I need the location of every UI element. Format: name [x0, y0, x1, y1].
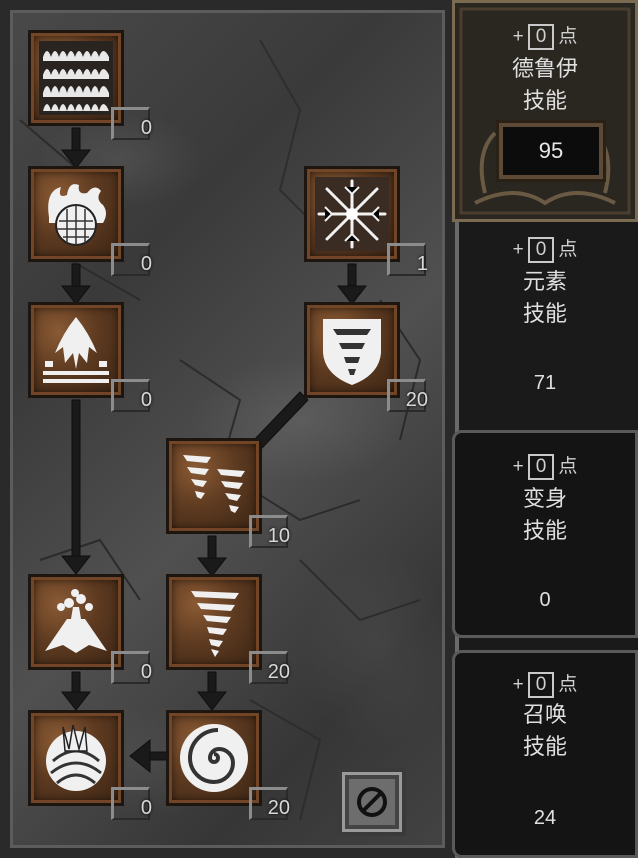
- druid-label-line1: 德鲁伊: [511, 57, 578, 82]
- elemental-invested-points: 71: [533, 372, 557, 394]
- tornado-icon: [191, 591, 239, 657]
- skill-level: 10: [267, 525, 290, 547]
- flaming-boulder-icon: [48, 184, 106, 246]
- plus-sign: +: [512, 26, 524, 47]
- cancel-icon: [357, 787, 387, 817]
- elemental-points-value: 0: [527, 237, 555, 263]
- armageddon-icon: [46, 724, 106, 791]
- skill-level: 20: [267, 661, 290, 683]
- skill-frame: [304, 302, 400, 398]
- skill-hurricane[interactable]: 20: [166, 710, 290, 820]
- skill-frame: [304, 166, 400, 262]
- skill-armageddon[interactable]: 0: [28, 710, 152, 820]
- skill-tornado[interactable]: 20: [166, 574, 290, 684]
- summon-points-row: +0 点: [455, 669, 635, 698]
- skill-fissure[interactable]: 0: [28, 302, 152, 412]
- plus-sign: +: [512, 239, 524, 260]
- shapeshift-points-value: 0: [527, 454, 555, 480]
- spiral-icon: [180, 724, 248, 792]
- tab-elemental[interactable]: +0 点 元素 技能 71: [452, 222, 638, 424]
- fire-rows-icon: [39, 41, 113, 115]
- skill-frame: [166, 710, 262, 806]
- skill-level: 0: [140, 253, 152, 275]
- close-button[interactable]: [338, 768, 406, 836]
- shapeshift-invested-points: 0: [539, 589, 551, 611]
- tab-shapeshift[interactable]: +0 点 变身 技能 0: [452, 430, 638, 638]
- plus-sign: +: [512, 456, 524, 477]
- points-unit: 点: [558, 456, 578, 477]
- skill-level: 0: [140, 661, 152, 683]
- total-skill-points-box: 95: [499, 123, 603, 179]
- skill-level: 20: [405, 389, 428, 411]
- summon-points-value: 0: [527, 672, 555, 698]
- skill-frame: [28, 574, 124, 670]
- volcano-icon: [45, 589, 107, 653]
- skill-frame: [28, 166, 124, 262]
- summon-label-line1: 召唤: [522, 703, 567, 728]
- twin-twister-icon: [183, 455, 245, 513]
- skill-level: 0: [140, 797, 152, 819]
- skill-frame: [28, 710, 124, 806]
- skill-firestorm[interactable]: 0: [28, 30, 152, 140]
- skill-tree-window: 0 0 1 0 20 10 0 20 0 20 + 0 点 德鲁伊 技能 95 …: [0, 0, 638, 858]
- tab-summon[interactable]: +0 点 召唤 技能 24: [452, 650, 638, 858]
- druid-points-value: 0: [527, 24, 555, 50]
- shapeshift-points-row: +0 点: [455, 451, 635, 480]
- skill-arctic-blast[interactable]: 1: [304, 166, 428, 276]
- skill-frame: [166, 438, 262, 534]
- points-unit: 点: [558, 26, 578, 47]
- skill-cyclone-armor[interactable]: 20: [304, 302, 428, 412]
- points-unit: 点: [558, 239, 578, 260]
- shapeshift-label-line1: 变身: [522, 487, 567, 512]
- skill-level: 0: [140, 389, 152, 411]
- skill-level: 0: [140, 117, 152, 139]
- elemental-points-row: +0 点: [452, 234, 638, 263]
- total-skill-points: 95: [538, 138, 564, 163]
- skill-frame: [28, 302, 124, 398]
- druid-skills-panel: +0 点 德鲁伊 技能 95: [452, 0, 638, 222]
- druid-points-row: +0 点: [455, 21, 635, 50]
- summon-invested-points: 24: [533, 807, 557, 829]
- skill-volcano[interactable]: 0: [28, 574, 152, 684]
- elemental-label-line2: 技能: [522, 302, 567, 327]
- points-unit: 点: [558, 674, 578, 695]
- shapeshift-label-line2: 技能: [522, 519, 567, 544]
- summon-label-line2: 技能: [522, 735, 567, 760]
- skill-level: 20: [267, 797, 290, 819]
- tornado-shield-icon: [323, 319, 381, 385]
- druid-label-line2: 技能: [522, 89, 567, 114]
- plus-sign: +: [512, 674, 524, 695]
- skill-twister[interactable]: 10: [166, 438, 290, 548]
- elemental-label-line1: 元素: [522, 270, 567, 295]
- fissure-icon: [43, 317, 109, 383]
- skill-frame: [166, 574, 262, 670]
- skill-molten-boulder[interactable]: 0: [28, 166, 152, 276]
- skill-level: 1: [416, 253, 428, 275]
- ice-star-icon: [315, 177, 389, 251]
- skill-frame: [28, 30, 124, 126]
